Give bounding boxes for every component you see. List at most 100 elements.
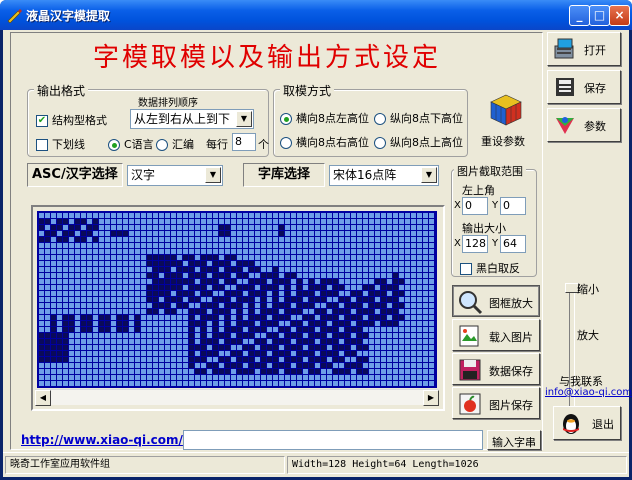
dot-cell[interactable] [153,273,158,278]
dot-cell[interactable] [417,255,422,260]
dot-cell[interactable] [207,345,212,350]
dot-cell[interactable] [105,297,110,302]
dot-cell[interactable] [405,339,410,344]
dot-cell[interactable] [225,375,230,380]
dot-cell[interactable] [111,225,116,230]
dot-cell[interactable] [63,249,68,254]
dot-cell[interactable] [111,255,116,260]
dot-cell[interactable] [81,375,86,380]
dot-cell[interactable] [405,243,410,248]
dot-cell[interactable] [105,381,110,386]
dot-cell[interactable] [369,303,374,308]
dot-cell[interactable] [339,363,344,368]
dot-cell[interactable] [309,321,314,326]
dot-cell[interactable] [147,297,152,302]
dot-cell[interactable] [417,225,422,230]
dot-cell[interactable] [357,237,362,242]
dot-cell[interactable] [309,261,314,266]
dot-cell[interactable] [429,321,434,326]
dot-cell[interactable] [285,315,290,320]
dot-cell[interactable] [321,291,326,296]
dot-cell[interactable] [87,279,92,284]
dot-cell[interactable] [255,267,260,272]
dot-cell[interactable] [45,339,50,344]
dot-cell[interactable] [159,357,164,362]
dot-cell[interactable] [411,297,416,302]
dot-cell[interactable] [93,345,98,350]
dot-cell[interactable] [39,279,44,284]
dot-cell[interactable] [327,237,332,242]
dot-cell[interactable] [321,309,326,314]
dot-cell[interactable] [381,333,386,338]
dot-cell[interactable] [339,249,344,254]
dot-cell[interactable] [93,321,98,326]
dot-cell[interactable] [195,309,200,314]
dot-cell[interactable] [249,363,254,368]
dot-cell[interactable] [351,351,356,356]
dot-cell[interactable] [123,321,128,326]
dot-cell[interactable] [129,369,134,374]
dot-cell[interactable] [213,327,218,332]
dot-cell[interactable] [369,243,374,248]
dot-cell[interactable] [303,375,308,380]
dot-cell[interactable] [147,243,152,248]
dot-cell[interactable] [111,231,116,236]
dot-cell[interactable] [207,255,212,260]
dot-cell[interactable] [273,267,278,272]
dot-cell[interactable] [147,279,152,284]
dot-cell[interactable] [207,357,212,362]
dot-cell[interactable] [135,369,140,374]
dot-cell[interactable] [171,291,176,296]
dot-cell[interactable] [333,231,338,236]
dot-cell[interactable] [183,315,188,320]
dot-cell[interactable] [297,297,302,302]
dot-cell[interactable] [99,231,104,236]
dot-cell[interactable] [363,327,368,332]
dot-cell[interactable] [183,285,188,290]
dot-cell[interactable] [261,255,266,260]
dot-cell[interactable] [69,273,74,278]
dot-cell[interactable] [123,279,128,284]
dot-cell[interactable] [207,297,212,302]
dot-cell[interactable] [183,261,188,266]
dot-cell[interactable] [135,213,140,218]
dot-cell[interactable] [225,261,230,266]
dot-cell[interactable] [177,243,182,248]
dot-cell[interactable] [333,243,338,248]
dot-cell[interactable] [135,315,140,320]
dot-cell[interactable] [411,303,416,308]
dot-cell[interactable] [87,339,92,344]
dot-cell[interactable] [399,369,404,374]
dot-cell[interactable] [321,339,326,344]
dot-cell[interactable] [399,291,404,296]
dot-cell[interactable] [231,267,236,272]
dot-cell[interactable] [225,381,230,386]
dot-cell[interactable] [303,345,308,350]
dot-cell[interactable] [159,285,164,290]
dot-cell[interactable] [231,291,236,296]
dot-cell[interactable] [213,213,218,218]
dot-cell[interactable] [261,303,266,308]
dot-cell[interactable] [267,303,272,308]
dot-cell[interactable] [423,291,428,296]
dot-cell[interactable] [411,231,416,236]
dot-cell[interactable] [237,309,242,314]
dot-cell[interactable] [315,297,320,302]
dot-cell[interactable] [273,249,278,254]
dot-cell[interactable] [231,213,236,218]
dot-cell[interactable] [345,381,350,386]
dot-cell[interactable] [387,375,392,380]
dot-cell[interactable] [249,351,254,356]
dot-cell[interactable] [357,363,362,368]
dot-cell[interactable] [345,351,350,356]
dot-cell[interactable] [255,315,260,320]
dot-cell[interactable] [63,273,68,278]
dot-cell[interactable] [255,333,260,338]
dot-cell[interactable] [207,219,212,224]
dot-cell[interactable] [333,237,338,242]
dot-cell[interactable] [405,333,410,338]
dot-cell[interactable] [321,249,326,254]
dot-cell[interactable] [405,291,410,296]
dot-cell[interactable] [93,273,98,278]
dot-cell[interactable] [387,327,392,332]
